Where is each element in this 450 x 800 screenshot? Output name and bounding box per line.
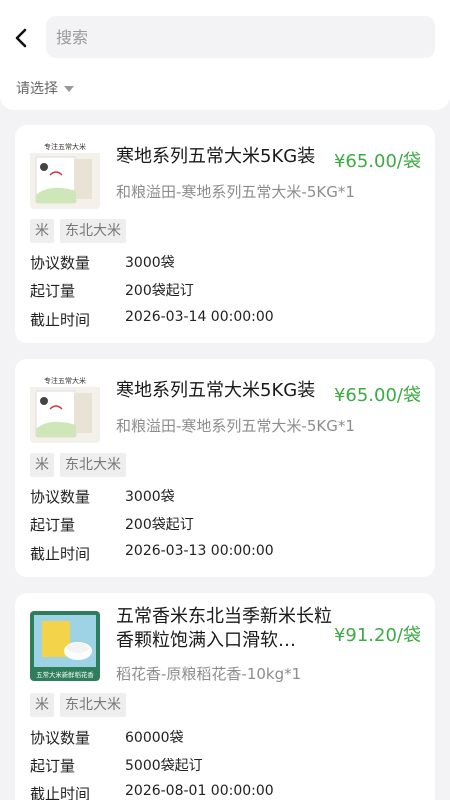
quantity-label: 协议数量	[30, 254, 91, 272]
tag-list: 米 东北大米	[30, 453, 126, 477]
tag: 东北大米	[60, 453, 126, 477]
min-order-label: 起订量	[30, 757, 76, 775]
min-order-label: 起订量	[30, 282, 76, 300]
quantity-value: 3000袋	[125, 255, 175, 271]
deadline-value: 2026-08-01 00:00:00	[125, 783, 274, 799]
quantity-row: 协议数量 3000袋	[30, 252, 175, 273]
filter-label: 请选择	[16, 81, 58, 97]
product-title: 寒地系列五常大米5KG装	[116, 146, 316, 167]
product-card[interactable]: 五常大米新鲜稻花香 五常香米东北当季新米长粒香颗粒饱满入口滑软… ¥91.20/…	[15, 593, 435, 800]
caret-down-icon	[64, 86, 74, 92]
deadline-value: 2026-03-14 00:00:00	[125, 309, 274, 325]
deadline-label: 截止时间	[30, 545, 91, 563]
min-order-row: 起订量 200袋起订	[30, 514, 194, 535]
min-order-value: 5000袋起订	[125, 758, 203, 774]
min-order-row: 起订量 200袋起订	[30, 280, 194, 301]
product-image: 专注五常大米	[30, 139, 100, 209]
quantity-value: 3000袋	[125, 489, 175, 505]
quantity-label: 协议数量	[30, 488, 91, 506]
product-title: 五常香米东北当季新米长粒香颗粒饱满入口滑软…	[116, 606, 332, 651]
min-order-value: 200袋起订	[125, 283, 194, 299]
tag-list: 米 东北大米	[30, 219, 126, 243]
tag: 米	[30, 219, 54, 243]
search-box[interactable]	[46, 16, 435, 58]
back-button[interactable]	[6, 20, 36, 56]
product-card[interactable]: 专注五常大米 寒地系列五常大米5KG装 ¥65.00/袋 和粮溢田-寒地系列五常…	[15, 359, 435, 577]
product-title: 寒地系列五常大米5KG装	[116, 380, 316, 401]
product-price: ¥65.00/袋	[333, 151, 421, 172]
deadline-label: 截止时间	[30, 785, 91, 800]
min-order-row: 起订量 5000袋起订	[30, 755, 203, 776]
top-bar	[0, 0, 450, 66]
product-image: 五常大米新鲜稻花香	[30, 611, 100, 681]
deadline-row: 截止时间 2026-08-01 00:00:00	[30, 783, 274, 800]
product-price: ¥91.20/袋	[333, 625, 421, 646]
svg-text:五常大米新鲜稻花香: 五常大米新鲜稻花香	[36, 670, 94, 679]
filter-dropdown[interactable]: 请选择	[16, 78, 74, 98]
min-order-value: 200袋起订	[125, 517, 194, 533]
tag: 东北大米	[60, 219, 126, 243]
tag: 东北大米	[60, 693, 126, 717]
product-subtitle: 稻花香-原粮稻花香-10kg*1	[116, 665, 302, 683]
product-price: ¥65.00/袋	[333, 385, 421, 406]
deadline-label: 截止时间	[30, 311, 91, 329]
filter-bar: 请选择	[0, 66, 450, 110]
product-card[interactable]: 专注五常大米 寒地系列五常大米5KG装 ¥65.00/袋 和粮溢田-寒地系列五常…	[15, 125, 435, 343]
quantity-row: 协议数量 60000袋	[30, 727, 184, 748]
svg-text:专注五常大米: 专注五常大米	[44, 376, 86, 385]
quantity-label: 协议数量	[30, 729, 91, 747]
deadline-row: 截止时间 2026-03-14 00:00:00	[30, 309, 274, 330]
product-image: 专注五常大米	[30, 373, 100, 443]
tag: 米	[30, 453, 54, 477]
min-order-label: 起订量	[30, 516, 76, 534]
tag-list: 米 东北大米	[30, 693, 126, 717]
deadline-value: 2026-03-13 00:00:00	[125, 543, 274, 559]
svg-text:专注五常大米: 专注五常大米	[44, 142, 86, 151]
product-subtitle: 和粮溢田-寒地系列五常大米-5KG*1	[116, 183, 355, 201]
deadline-row: 截止时间 2026-03-13 00:00:00	[30, 543, 274, 564]
quantity-value: 60000袋	[125, 730, 184, 746]
chevron-left-icon	[15, 28, 27, 48]
quantity-row: 协议数量 3000袋	[30, 486, 175, 507]
product-subtitle: 和粮溢田-寒地系列五常大米-5KG*1	[116, 417, 355, 435]
tag: 米	[30, 693, 54, 717]
search-input[interactable]	[56, 27, 435, 47]
